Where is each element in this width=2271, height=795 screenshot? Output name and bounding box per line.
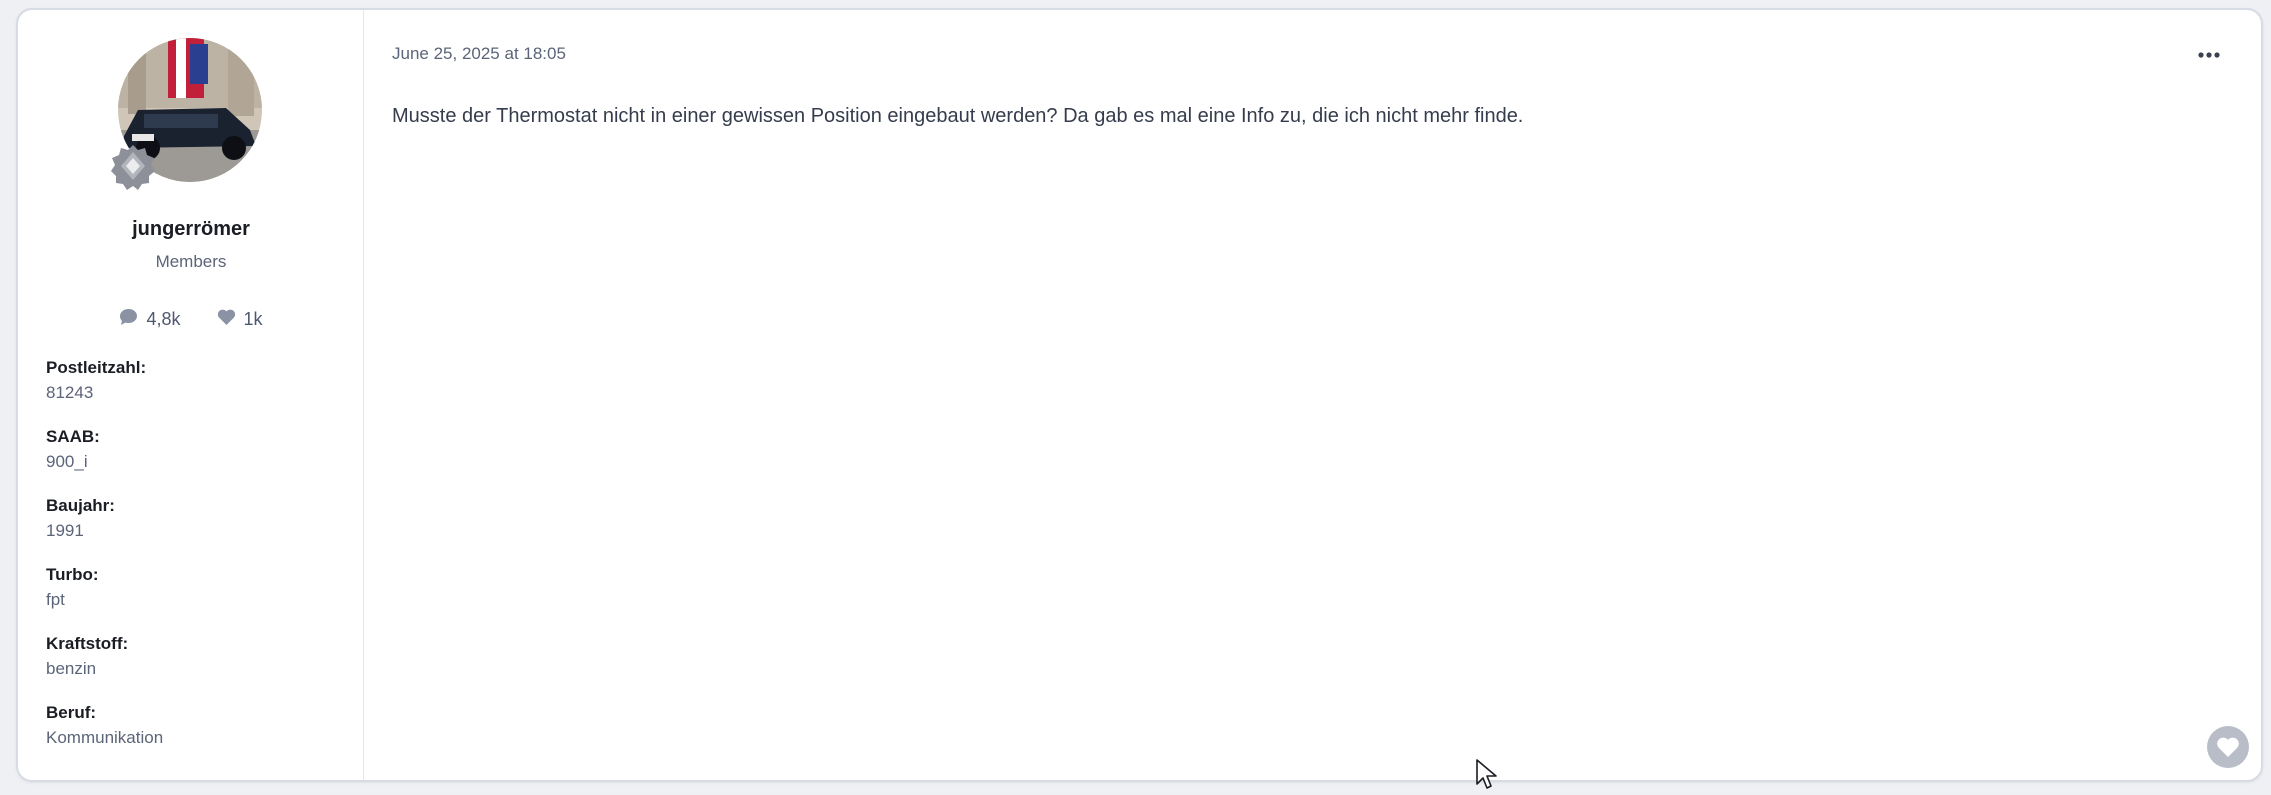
- author-group: Members: [155, 252, 227, 271]
- heart-icon: [217, 309, 236, 331]
- profile-field-postleitzahl: Postleitzahl: 81243: [46, 356, 346, 425]
- more-options-button[interactable]: [2197, 48, 2221, 62]
- post-date[interactable]: June 25, 2025 at 18:05: [392, 44, 566, 64]
- profile-field-saab: SAAB: 900_i: [46, 425, 346, 494]
- speech-bubble-icon: [119, 308, 138, 331]
- field-label: Turbo:: [46, 565, 99, 584]
- field-label: Beruf:: [46, 703, 97, 722]
- field-label: Kraftstoff:: [46, 634, 129, 653]
- profile-field-turbo: Turbo: fpt: [46, 563, 346, 632]
- reputation-stat[interactable]: 1k: [217, 308, 263, 331]
- ellipsis-icon: [2198, 52, 2220, 58]
- field-value: 81243: [46, 383, 94, 402]
- author-stats: 4,8k 1k: [18, 308, 364, 331]
- field-label: Postleitzahl:: [46, 358, 147, 377]
- mouse-cursor: [1475, 758, 1501, 790]
- field-value: Kommunikation: [46, 728, 164, 747]
- profile-fields: Postleitzahl: 81243 SAAB: 900_i Baujahr:…: [46, 356, 346, 770]
- post-count-stat[interactable]: 4,8k: [119, 308, 181, 331]
- profile-field-kraftstoff: Kraftstoff: benzin: [46, 632, 346, 701]
- field-value: 1991: [46, 521, 84, 540]
- post-body: June 25, 2025 at 18:05 Musste der Thermo…: [392, 10, 2261, 780]
- post-card: jungerrömer Members 4,8k 1k Postleitzahl…: [16, 8, 2263, 782]
- profile-field-beruf: Beruf: Kommunikation: [46, 701, 346, 770]
- field-label: Baujahr:: [46, 496, 115, 515]
- field-value: 900_i: [46, 452, 88, 471]
- rank-badge-icon: [110, 144, 156, 190]
- avatar-container: [111, 38, 262, 190]
- field-value: fpt: [46, 590, 65, 609]
- field-value: benzin: [46, 659, 97, 678]
- author-panel: jungerrömer Members 4,8k 1k Postleitzahl…: [18, 10, 364, 780]
- post-count: 4,8k: [146, 309, 181, 329]
- field-label: SAAB:: [46, 427, 100, 446]
- profile-field-baujahr: Baujahr: 1991: [46, 494, 346, 563]
- like-button[interactable]: [2207, 726, 2249, 768]
- heart-icon: [2217, 737, 2239, 757]
- reputation-count: 1k: [243, 309, 263, 329]
- author-name[interactable]: jungerrömer: [18, 218, 364, 241]
- post-content: Musste der Thermostat nicht in einer gew…: [392, 105, 1524, 127]
